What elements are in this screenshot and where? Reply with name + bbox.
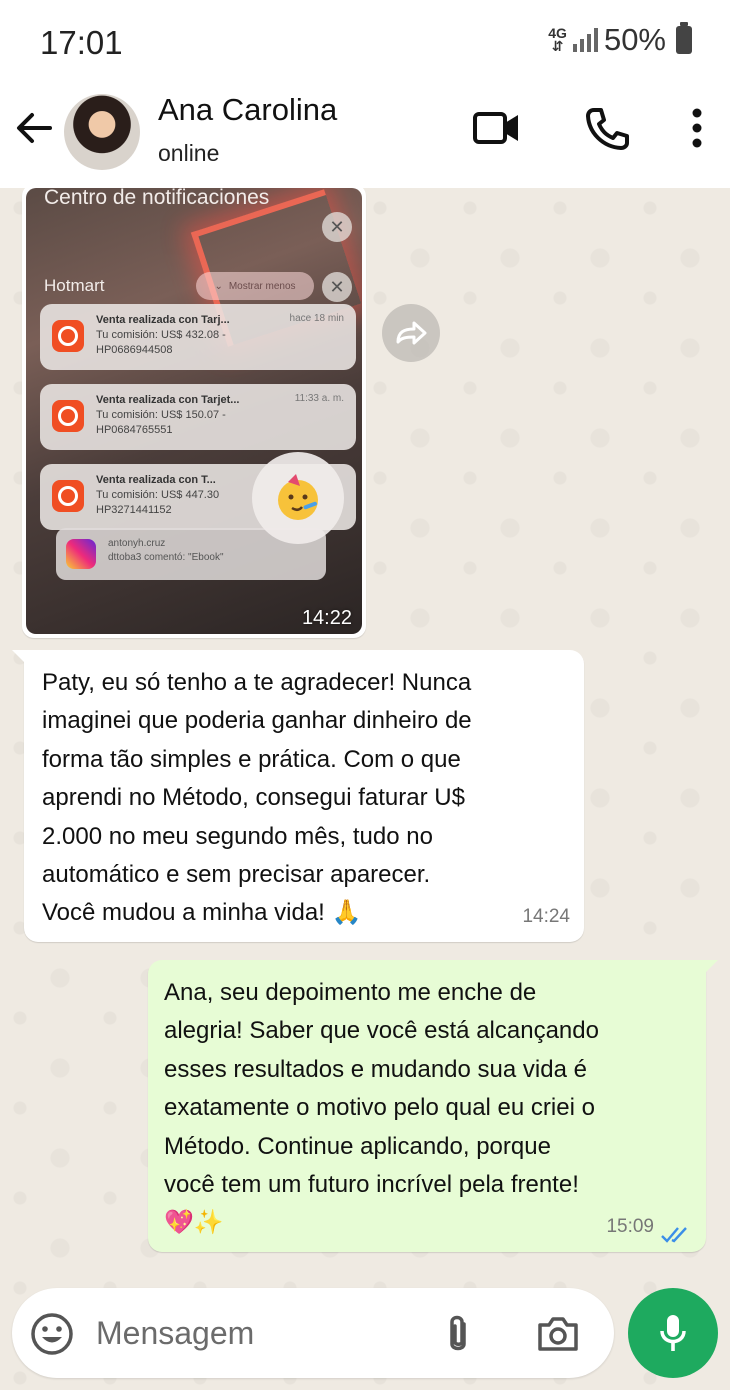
contact-status: online: [158, 140, 220, 166]
status-bar: 17:01 4G ⇵ 50%: [0, 0, 730, 86]
close-icon: ✕: [322, 272, 352, 302]
video-call-icon[interactable]: [472, 106, 522, 150]
forward-icon: [396, 321, 427, 345]
more-options-icon[interactable]: [690, 106, 704, 150]
close-icon: ✕: [322, 212, 352, 242]
outgoing-message[interactable]: Ana, seu depoimento me enche de alegria!…: [148, 960, 718, 1252]
phone-call-icon[interactable]: [584, 106, 630, 152]
voice-message-button[interactable]: [628, 1288, 718, 1378]
forward-button[interactable]: [382, 304, 440, 362]
notification-card: Venta realizada con Tarj... Tu comisión:…: [40, 304, 356, 370]
screenshot-app-name: Hotmart: [44, 276, 105, 295]
hotmart-logo-icon: [52, 400, 84, 432]
network-type-icon: 4G ⇵: [548, 25, 567, 54]
back-arrow-icon[interactable]: [14, 108, 54, 148]
emoji-icon[interactable]: [30, 1312, 74, 1356]
show-less-pill: ⌄ Mostrar menos: [196, 272, 314, 300]
camera-icon[interactable]: [536, 1314, 580, 1354]
incoming-message[interactable]: Paty, eu só tenho a te agradecer! Nunca …: [12, 650, 584, 942]
attachment-icon[interactable]: [442, 1314, 474, 1356]
notification-screenshot-image[interactable]: Centro de notificaciones ✕ Hotmart ⌄ Mos…: [26, 188, 362, 634]
chat-area[interactable]: Centro de notificaciones ✕ Hotmart ⌄ Mos…: [0, 188, 730, 1390]
message-input-bar: [12, 1288, 614, 1378]
chevron-down-icon: ⌄: [214, 280, 223, 292]
message-time: 14:24: [522, 905, 570, 927]
image-message[interactable]: Centro de notificaciones ✕ Hotmart ⌄ Mos…: [22, 188, 366, 638]
hotmart-logo-icon: [52, 320, 84, 352]
message-time: 14:22: [301, 607, 352, 629]
message-time: 15:09: [606, 1215, 654, 1237]
chat-header: Ana Carolina online: [0, 86, 730, 188]
status-indicators: 4G ⇵ 50%: [548, 22, 692, 58]
contact-name[interactable]: Ana Carolina: [158, 92, 337, 128]
battery-percent: 50%: [603, 22, 666, 57]
notification-card: Venta realizada con Tarjet... Tu comisió…: [40, 384, 356, 450]
hotmart-logo-icon: [52, 480, 84, 512]
read-receipt-icon: [661, 1227, 687, 1243]
contact-avatar[interactable]: [64, 94, 140, 170]
message-input[interactable]: [96, 1308, 416, 1358]
instagram-logo-icon: [66, 539, 96, 569]
microphone-icon: [660, 1315, 686, 1351]
screenshot-title: Centro de notificaciones: [44, 188, 270, 209]
signal-icon: [572, 28, 598, 52]
status-time: 17:01: [40, 24, 123, 61]
party-face-reaction-icon: [252, 452, 344, 544]
battery-icon: [676, 22, 692, 54]
